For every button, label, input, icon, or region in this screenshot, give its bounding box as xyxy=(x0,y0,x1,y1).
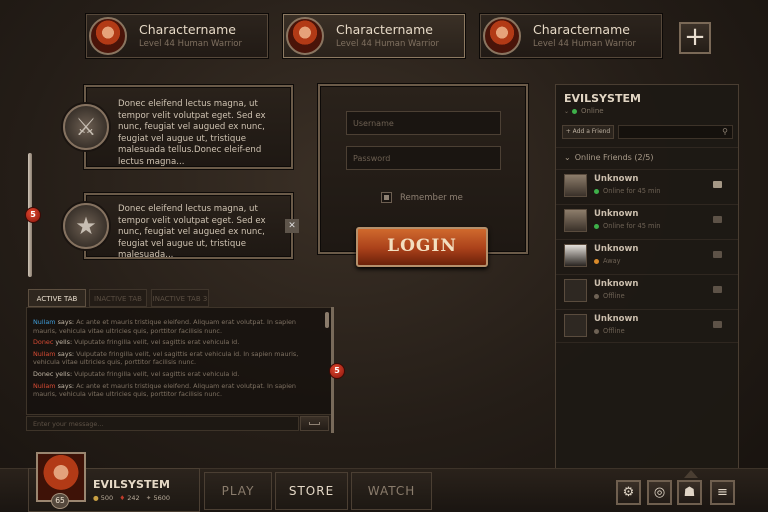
star-icon: ★ xyxy=(63,203,109,249)
login-button[interactable]: LOGIN xyxy=(356,227,488,267)
info-panel-1: Donec eleifend lectus magna, ut tempor v… xyxy=(84,85,293,169)
username-field[interactable]: Username xyxy=(346,111,501,135)
close-icon[interactable]: ✕ xyxy=(285,219,299,233)
friend-avatar xyxy=(564,314,587,337)
info-text: Donec eleifend lectus magna, ut tempor v… xyxy=(118,99,266,167)
tab-inactive-3[interactable]: INACTIVE TAB 3 xyxy=(151,289,209,307)
tab-inactive[interactable]: INACTIVE TAB xyxy=(89,289,147,307)
message-icon[interactable] xyxy=(713,321,722,328)
friend-item[interactable]: Unknown Online for 45 min xyxy=(556,169,738,203)
search-icon: ⚲ xyxy=(722,127,728,136)
chat-line: Nullam says: Ac ante et mauris tristique… xyxy=(33,318,296,335)
checkbox-mark xyxy=(384,195,389,200)
chevron-down-icon: ⌄ xyxy=(564,108,570,115)
chat-author: Nullam xyxy=(33,349,56,358)
status-dot xyxy=(594,328,599,334)
character-card-3[interactable]: Charactername Level 44 Human Warrior xyxy=(480,14,662,58)
friend-item[interactable]: Unknown Away xyxy=(556,239,738,273)
message-icon[interactable] xyxy=(713,216,722,223)
chat-log: Nullam says: Ac ante et mauris tristique… xyxy=(26,307,333,415)
add-character-button[interactable]: + xyxy=(679,22,711,54)
enter-icon xyxy=(309,422,320,425)
friends-username: EVILSYSTEM xyxy=(564,92,641,105)
friend-item[interactable]: Unknown Offline xyxy=(556,309,738,343)
nav-store[interactable]: STORE xyxy=(275,472,348,510)
nav-play[interactable]: PLAY xyxy=(204,472,272,510)
chat-author: Nullam xyxy=(33,381,56,390)
nav-watch[interactable]: WATCH xyxy=(351,472,432,510)
status-dot xyxy=(572,108,578,114)
chat-line: Nullam says: Vulputate fringilla velit, … xyxy=(33,349,299,367)
send-button[interactable] xyxy=(300,416,329,431)
chat-author: Nullam xyxy=(33,318,56,326)
points-icon: ✦ xyxy=(145,494,152,502)
coin-icon: ● xyxy=(93,494,99,502)
status-dot xyxy=(594,188,599,194)
settings-icon[interactable]: ⚙ xyxy=(616,480,641,505)
friend-avatar xyxy=(564,174,587,197)
online-friends-group[interactable]: ⌄ Online Friends (2/5) xyxy=(556,147,738,167)
friend-avatar xyxy=(564,279,587,302)
character-name: Charactername xyxy=(336,22,433,37)
tab-active[interactable]: ACTIVE TAB xyxy=(28,289,86,307)
chat-author: Donec xyxy=(33,369,54,378)
chat-line: Nullam says: Ac ante et mauris tristique… xyxy=(33,381,296,399)
friend-search-input[interactable]: ⚲ xyxy=(618,125,733,139)
chat-scrollbar-thumb[interactable] xyxy=(325,312,329,328)
user-status[interactable]: ⌄ Online xyxy=(564,107,604,115)
friend-item[interactable]: Unknown Online for 45 min xyxy=(556,204,738,238)
character-name: Charactername xyxy=(533,22,630,37)
info-panel-2: Donec eleifend lectus magna, ut tempor v… xyxy=(84,193,293,260)
message-icon[interactable] xyxy=(713,251,722,258)
character-portrait xyxy=(483,17,521,55)
friends-icon[interactable]: ☗ xyxy=(677,480,702,505)
message-icon[interactable] xyxy=(713,181,722,188)
character-card-1[interactable]: Charactername Level 44 Human Warrior xyxy=(86,14,268,58)
friend-avatar xyxy=(564,244,587,267)
add-friend-button[interactable]: + Add a Friend xyxy=(562,125,614,139)
friend-avatar xyxy=(564,209,587,232)
character-card-2[interactable]: Charactername Level 44 Human Warrior xyxy=(283,14,465,58)
chevron-down-icon: ⌄ xyxy=(564,153,571,162)
menu-icon[interactable]: ≡ xyxy=(710,480,735,505)
friends-panel: EVILSYSTEM ⌄ Online + Add a Friend ⚲ ⌄ Onl… xyxy=(555,84,739,470)
info-text: Donec eleifend lectus magna, ut tempor v… xyxy=(118,204,266,260)
chat-line: Donec yells: Vulputate fringilla velit, … xyxy=(33,338,240,347)
chat-badge: 5 xyxy=(329,363,345,379)
remember-checkbox[interactable] xyxy=(381,192,392,203)
character-info: Level 44 Human Warrior xyxy=(336,39,439,49)
password-field[interactable]: Password xyxy=(346,146,501,170)
character-info: Level 44 Human Warrior xyxy=(533,39,636,49)
remember-label: Remember me xyxy=(400,193,463,203)
panel-pointer xyxy=(684,470,698,478)
slider-handle-badge[interactable]: 5 xyxy=(25,207,41,223)
status-dot xyxy=(594,223,599,229)
chat-input[interactable]: Enter your message... xyxy=(26,416,299,431)
crossed-swords-icon: ⚔ xyxy=(63,104,109,150)
friend-item[interactable]: Unknown Offline xyxy=(556,274,738,308)
character-info: Level 44 Human Warrior xyxy=(139,39,242,49)
globe-icon[interactable]: ◎ xyxy=(647,480,672,505)
player-currencies: ● 500 ♦ 242 ✦ 5600 xyxy=(93,494,170,502)
character-name: Charactername xyxy=(139,22,236,37)
status-dot xyxy=(594,293,599,299)
chat-author: Donec xyxy=(33,338,54,347)
message-icon[interactable] xyxy=(713,286,722,293)
chat-line: Donec yells: Vulputate fringilla velit, … xyxy=(33,369,240,378)
character-portrait xyxy=(286,17,324,55)
character-portrait xyxy=(89,17,127,55)
player-name: EVILSYSTEM xyxy=(93,478,170,491)
status-dot xyxy=(594,258,599,264)
player-level-badge: 65 xyxy=(51,493,69,509)
ruby-icon: ♦ xyxy=(119,494,126,502)
